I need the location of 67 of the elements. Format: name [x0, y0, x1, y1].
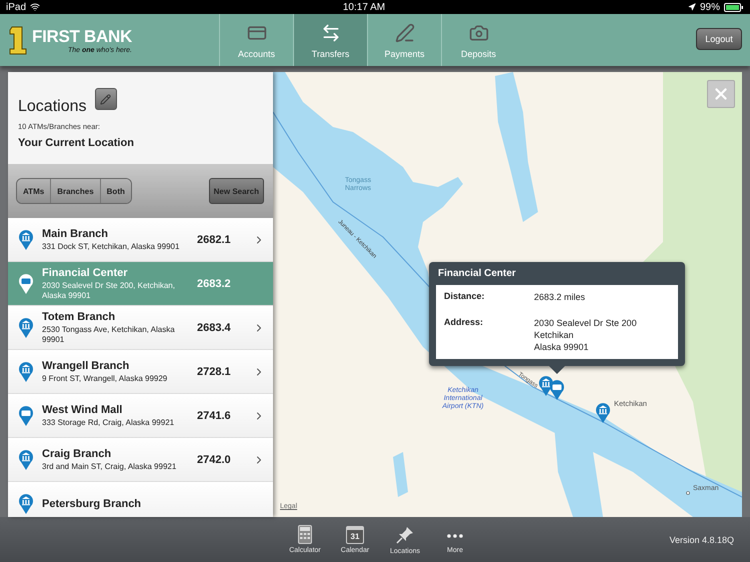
bank-pin-icon: [18, 492, 34, 514]
calculator-icon: [298, 525, 312, 544]
town-dot: [686, 491, 690, 495]
location-row[interactable]: Wrangell Branch 9 Front ST, Wrangell, Alaska 99929 2728.1: [8, 350, 273, 394]
location-name: Main Branch: [42, 228, 110, 240]
bank-pin-icon: [18, 316, 34, 338]
wifi-icon: [30, 2, 40, 12]
search-location: Your Current Location: [18, 137, 135, 149]
camera-icon: [468, 23, 488, 43]
location-address: 333 Storage Rd, Craig, Alaska 99921: [42, 418, 176, 428]
more-icon: [447, 534, 463, 538]
location-name: Financial Center: [42, 266, 129, 278]
location-name: West Wind Mall: [42, 404, 124, 416]
bank-pin-icon: [18, 448, 34, 470]
close-button[interactable]: [707, 80, 735, 108]
location-address: 9 Front ST, Wrangell, Alaska 99929: [42, 374, 168, 384]
atm-pin-icon[interactable]: [549, 379, 565, 401]
bank-name: FIRST BANK: [32, 26, 132, 46]
arrows-icon: [320, 23, 340, 43]
location-address: 3rd and Main ST, Craig, Alaska 99921: [42, 462, 178, 472]
location-name: Petersburg Branch: [42, 498, 142, 510]
location-address: 331 Dock ST, Ketchikan, Alaska 99901: [42, 242, 180, 252]
battery-percent: 99%: [700, 2, 720, 12]
location-row[interactable]: Petersburg Branch: [8, 482, 273, 517]
calendar-icon: 31: [346, 526, 364, 544]
field-label: Distance:: [444, 291, 486, 303]
location-arrow-icon: [688, 3, 696, 11]
atm-pin-icon: [18, 272, 34, 294]
popup-pointer: [549, 366, 565, 374]
device-name: iPad: [6, 2, 26, 12]
popup-title: Financial Center: [437, 267, 517, 281]
bank-pin-icon[interactable]: [595, 402, 611, 424]
field-label: Address:: [444, 317, 484, 329]
nav-tab[interactable]: Transfers: [293, 14, 367, 66]
location-distance: 2683.2: [197, 278, 232, 290]
location-address: 2030 Sealevel Dr Ste 200, Ketchikan, Alaska 99901: [42, 280, 176, 300]
pushpin-icon: [395, 524, 415, 544]
filter-segment[interactable]: ATMs: [17, 179, 52, 203]
location-name: Wrangell Branch: [42, 360, 130, 372]
filter-segment[interactable]: Both: [100, 179, 131, 203]
atm-pin-icon: [18, 404, 34, 426]
edit-button[interactable]: [94, 88, 116, 110]
pen-icon: [394, 23, 414, 43]
location-distance: 2742.0: [197, 454, 232, 466]
battery-icon: [724, 2, 744, 12]
location-distance: 2682.1: [197, 234, 232, 246]
bank-pin-icon: [18, 360, 34, 382]
location-row[interactable]: Craig Branch 3rd and Main ST, Craig, Alaska 99921 2742.0: [8, 438, 273, 482]
location-row[interactable]: Main Branch 331 Dock ST, Ketchikan, Alaska 99901 2682.1: [8, 218, 273, 262]
location-name: Craig Branch: [42, 448, 112, 460]
filter-segment[interactable]: Branches: [51, 179, 101, 203]
logout-button[interactable]: Logout: [696, 28, 742, 50]
location-row[interactable]: West Wind Mall 333 Storage Rd, Craig, Alaska 99921 2741.6: [8, 394, 273, 438]
bank-pin-icon: [18, 228, 34, 250]
location-address: 2530 Tongass Ave, Ketchikan, Alaska 99901: [42, 324, 176, 344]
version-text: Version 4.8.18Q: [669, 534, 734, 544]
location-name: Totem Branch: [42, 310, 116, 322]
clock: 10:17 AM: [342, 2, 386, 12]
field-value: 2030 Sealevel Dr Ste 200 Ketchikan Alaska 99901: [534, 317, 638, 353]
panel-title: Locations: [18, 98, 86, 116]
location-distance: 2683.4: [197, 322, 232, 334]
location-row[interactable]: Totem Branch 2530 Tongass Ave, Ketchikan, Alaska 99901 2683.4: [8, 306, 273, 350]
location-distance: 2728.1: [197, 366, 232, 378]
location-distance: 2741.6: [197, 410, 232, 422]
logo-icon: [8, 25, 28, 55]
pencil-icon: [100, 94, 111, 104]
field-value: 2683.2 miles: [534, 291, 586, 303]
